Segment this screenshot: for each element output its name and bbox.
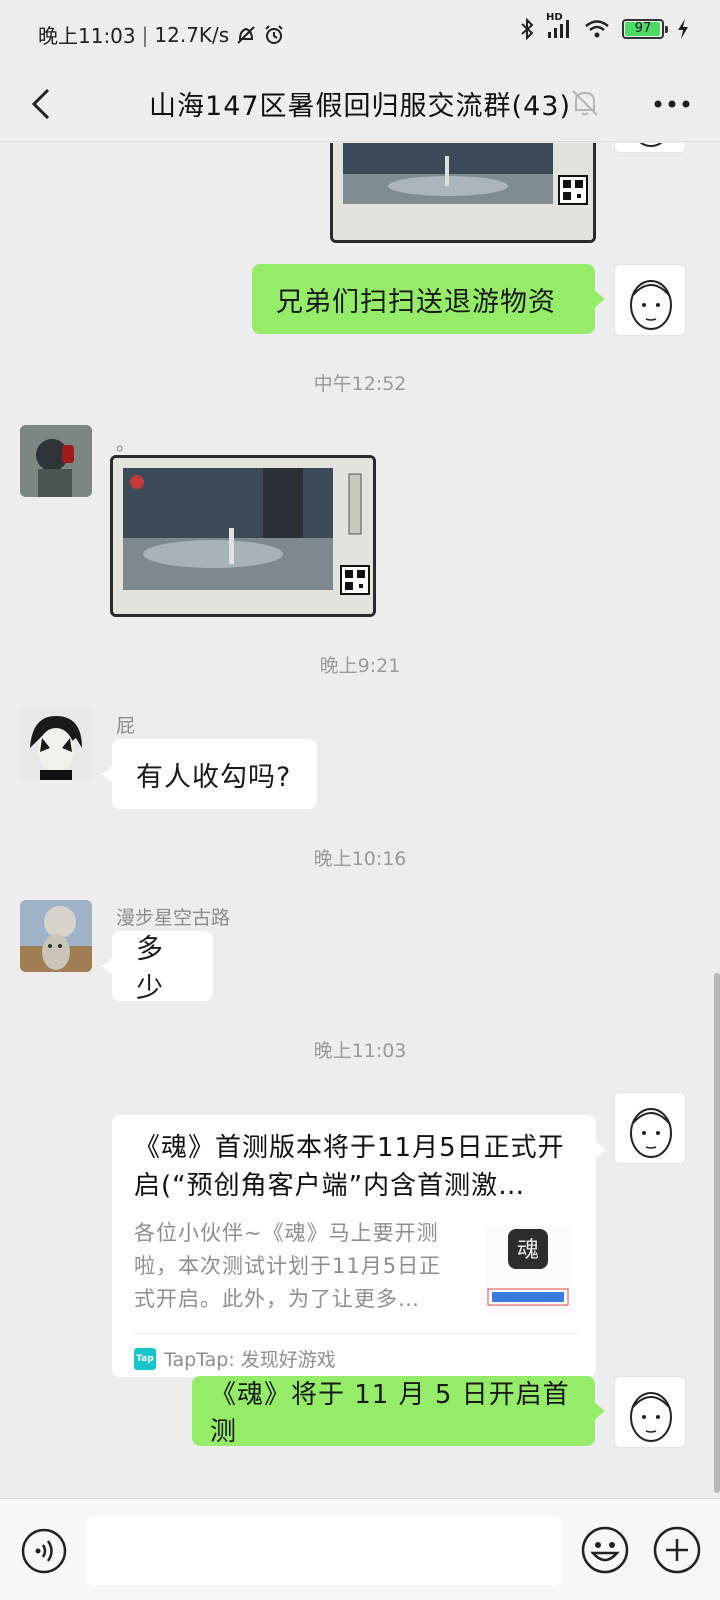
alarm-icon — [265, 24, 283, 44]
message-text: 有人收勾吗? — [136, 761, 292, 793]
timestamp: 晚上11:03 — [313, 1040, 407, 1062]
message-text: 兄弟们扫扫送退游物资 — [276, 286, 556, 318]
link-card-message[interactable]: 《魂》首测版本将于11月5日正式开启(“预创角客户端”内含首测激… 各位小伙伴~… — [112, 1115, 606, 1377]
game-poster-image — [113, 458, 373, 614]
link-source: Tap TapTap: 发现好游戏 — [134, 1345, 336, 1372]
message-bubble-self[interactable]: 兄弟们扫扫送退游物资 — [252, 264, 605, 334]
timestamp: 中午12:52 — [313, 373, 407, 395]
sketch-face-icon — [630, 1108, 672, 1158]
network-speed: 12.7K/s — [154, 22, 230, 47]
link-title: 《魂》首测版本将于11月5日正式开启(“预创角客户端”内含首测激… — [134, 1133, 565, 1201]
member-avatar[interactable] — [20, 708, 92, 780]
member-avatar[interactable] — [20, 425, 92, 497]
mute-bell-icon — [572, 90, 598, 116]
status-bar: 晚上11:03 | 12.7K/s HD 97 — [0, 0, 720, 66]
sketch-face-icon — [630, 1392, 672, 1442]
charging-icon — [678, 19, 688, 39]
image-message-partial[interactable] — [330, 143, 596, 243]
signal-icon: HD — [546, 12, 572, 40]
cat-avatar-image — [20, 900, 92, 972]
self-avatar[interactable] — [614, 264, 686, 336]
input-bar — [0, 1498, 720, 1600]
wifi-icon — [585, 20, 609, 38]
image-message[interactable] — [110, 455, 376, 617]
voice-icon[interactable] — [20, 1527, 68, 1575]
status-time: 晚上11:03 — [38, 24, 136, 48]
chat-title: 山海147区暑假回归服交流群(43) — [149, 91, 571, 122]
game-poster-image — [333, 143, 593, 240]
status-left: 晚上11:03 | 12.7K/s — [38, 20, 285, 49]
sketch-face-icon — [639, 143, 663, 147]
status-right: HD 97 — [520, 12, 690, 40]
message-bubble-self[interactable]: 《魂》将于 11 月 5 日开启首测 — [192, 1376, 605, 1447]
status-separator: | — [141, 22, 149, 47]
link-description: 各位小伙伴~《魂》马上要开测啦，本次测试计划于11月5日正式开启。此外，为了让更… — [134, 1221, 442, 1311]
sender-name: 漫步星空古路 — [116, 907, 231, 929]
chat-header: 山海147区暑假回归服交流群(43) — [0, 66, 720, 142]
sketch-face-icon — [630, 280, 672, 330]
battery-level: 97 — [634, 21, 652, 36]
self-avatar[interactable] — [614, 1092, 686, 1164]
taptap-logo-icon: Tap — [134, 1347, 156, 1370]
timestamp: 晚上9:21 — [319, 655, 401, 677]
plus-icon[interactable] — [652, 1525, 702, 1575]
sender-name: 屁 — [116, 715, 136, 737]
message-bubble-other[interactable]: 有人收勾吗? — [102, 739, 317, 809]
message-input[interactable] — [86, 1517, 562, 1585]
member-avatar[interactable] — [20, 900, 92, 972]
message-text: 《魂》将于 11 月 5 日开启首测 — [210, 1380, 570, 1447]
svg-text:魂: 魂 — [517, 1238, 539, 1263]
bluetooth-icon — [521, 18, 534, 40]
self-avatar[interactable] — [614, 143, 686, 153]
chat-area[interactable]: 兄弟们扫扫送退游物资 中午12:52 。 晚上9:21 屁 有人收勾吗? 晚上1… — [0, 143, 720, 1498]
mute-alarm-icon — [237, 25, 255, 44]
link-thumbnail: 魂 — [486, 1225, 572, 1313]
emoji-icon[interactable] — [580, 1525, 630, 1575]
message-text-dot: 。 — [116, 433, 136, 455]
message-text: 多少 — [136, 934, 164, 1004]
link-separator — [134, 1333, 578, 1334]
self-avatar[interactable] — [614, 1376, 686, 1448]
message-bubble-other[interactable]: 多少 — [102, 931, 213, 1004]
anime-avatar-image — [20, 425, 92, 497]
timestamp: 晚上10:16 — [313, 848, 407, 870]
scrollbar[interactable] — [714, 973, 720, 1493]
battery-icon: 97 — [622, 19, 668, 39]
link-source-text: TapTap: 发现好游戏 — [164, 1349, 336, 1371]
anime-avatar-image — [20, 708, 92, 780]
game-logo-image: 魂 — [486, 1225, 572, 1313]
more-icon[interactable] — [648, 84, 696, 124]
